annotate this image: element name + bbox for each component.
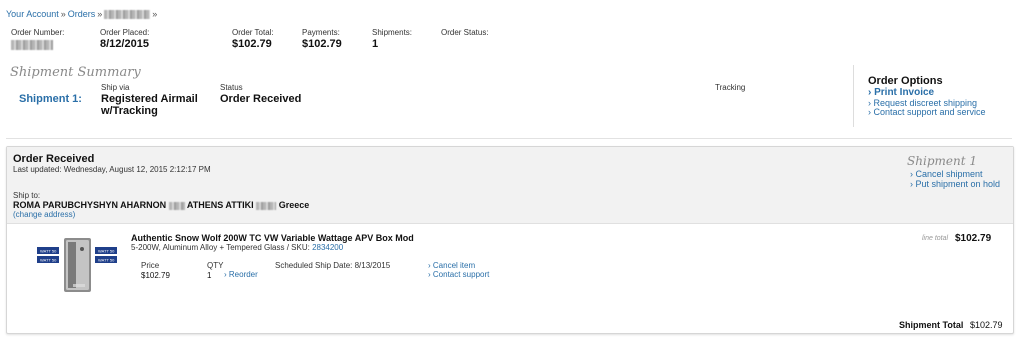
breadcrumb-separator: » <box>152 9 158 19</box>
order-total-label: Order Total: <box>232 28 274 37</box>
order-status-label: Order Status: <box>441 28 489 37</box>
ship-to-name: ROMA PARUBCHYSHYN AHARNON <box>13 200 167 210</box>
ship-to-label: Ship to: <box>13 191 41 200</box>
shipment-status-title: Order Received <box>13 153 95 165</box>
ship-via-label: Ship via <box>101 83 130 92</box>
line-total-value: $102.79 <box>955 233 992 244</box>
redacted-order-number-value <box>11 39 53 50</box>
shipment-card: Order Received Last updated: Wednesday, … <box>6 146 1014 334</box>
status-block: Status Order Received <box>220 83 301 105</box>
breadcrumb-your-account[interactable]: Your Account <box>6 9 59 19</box>
payments-value: $102.79 <box>302 38 342 50</box>
scheduled-ship-date: Scheduled Ship Date: 8/13/2015 <box>275 261 391 270</box>
breadcrumb: Your Account» Orders»» <box>6 9 159 20</box>
shipment-1-label: Shipment 1: <box>19 93 82 105</box>
product-name[interactable]: Authentic Snow Wolf 200W TC VW Variable … <box>131 233 414 243</box>
product-sku-link[interactable]: 2834200 <box>312 243 343 252</box>
product-desc-text: 5-200W, Aluminum Alloy + Tempered Glass … <box>131 243 310 252</box>
product-description: 5-200W, Aluminum Alloy + Tempered Glass … <box>131 243 343 252</box>
print-invoice-link[interactable]: › Print Invoice <box>868 87 934 98</box>
contact-support-service-link[interactable]: › Contact support and service <box>868 107 986 117</box>
ship-via-value: Registered Airmail w/Tracking <box>101 93 198 117</box>
product-image[interactable]: WATT 50 WATT 50 WATT 50 WATT 50 <box>33 235 125 295</box>
price-value: $102.79 <box>141 271 170 280</box>
svg-text:WATT 50: WATT 50 <box>98 258 115 263</box>
tracking-label: Tracking <box>715 83 746 92</box>
shipments-label: Shipments: <box>372 28 413 37</box>
put-shipment-on-hold-link[interactable]: › Put shipment on hold <box>910 179 1000 189</box>
order-status-block: Order Status: <box>441 28 489 37</box>
order-total-block: Order Total: $102.79 <box>232 28 274 50</box>
price-block: Price $102.79 <box>141 261 170 280</box>
divider <box>6 138 1012 139</box>
order-placed-label: Order Placed: <box>100 28 150 37</box>
shipments-value: 1 <box>372 38 379 50</box>
qty-label: QTY <box>207 261 224 270</box>
shipment-card-header: Order Received Last updated: Wednesday, … <box>7 147 1013 224</box>
cancel-item-link[interactable]: › Cancel item <box>428 261 475 270</box>
change-address-link[interactable]: (change address) <box>13 210 75 219</box>
ship-to-country: Greece <box>278 200 310 210</box>
qty-block: QTY 1 <box>207 261 223 280</box>
qty-value: 1 <box>207 271 212 280</box>
order-options-panel: Order Options › Print Invoice › Request … <box>853 65 1014 127</box>
ship-via-block: Ship via Registered Airmail w/Tracking <box>101 83 206 117</box>
shipment-summary-title: Shipment Summary <box>10 65 141 80</box>
svg-text:WATT 50: WATT 50 <box>40 258 57 263</box>
status-label: Status <box>220 83 243 92</box>
breadcrumb-separator: » <box>97 9 103 19</box>
ship-to-address: ROMA PARUBCHYSHYN AHARNON ATHENS ATTIKI … <box>13 200 309 210</box>
shipments-block: Shipments: 1 <box>372 28 412 50</box>
price-label: Price <box>141 261 160 270</box>
last-updated-text: Last updated: Wednesday, August 12, 2015… <box>13 165 211 174</box>
payments-block: Payments: $102.79 <box>302 28 342 50</box>
breadcrumb-separator: » <box>60 9 66 19</box>
order-number-block: Order Number: <box>11 28 64 50</box>
order-placed-value: 8/12/2015 <box>100 38 149 50</box>
order-options-title: Order Options <box>868 75 943 87</box>
breadcrumb-orders[interactable]: Orders <box>68 9 96 19</box>
redacted-address-part <box>168 201 185 210</box>
svg-text:WATT 50: WATT 50 <box>40 249 57 254</box>
redacted-postal-code <box>256 201 277 210</box>
ship-to-city: ATHENS ATTIKI <box>186 200 254 210</box>
shipment-total-value: $102.79 <box>970 320 1003 330</box>
shipment-1-heading: Shipment 1 <box>907 154 977 168</box>
redacted-order-number <box>104 10 151 20</box>
contact-support-link[interactable]: › Contact support <box>428 270 489 279</box>
line-total-label: line total <box>922 235 949 242</box>
svg-text:WATT 50: WATT 50 <box>98 249 115 254</box>
payments-label: Payments: <box>302 28 340 37</box>
cancel-shipment-link[interactable]: › Cancel shipment <box>910 169 983 179</box>
order-total-value: $102.79 <box>232 38 272 50</box>
order-placed-block: Order Placed: 8/12/2015 <box>100 28 149 50</box>
order-number-label: Order Number: <box>11 28 65 37</box>
reorder-link[interactable]: › Reorder <box>224 270 258 279</box>
status-value: Order Received <box>220 93 302 105</box>
shipment-total-label: Shipment Total <box>899 320 964 330</box>
